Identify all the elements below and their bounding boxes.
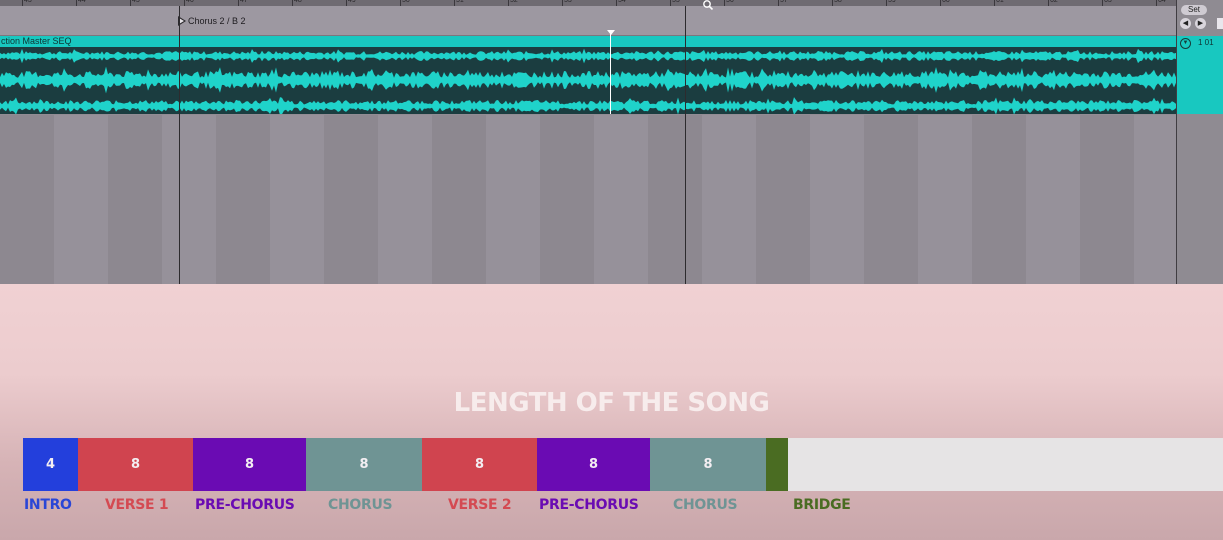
lane-stripe [972, 115, 1026, 284]
ruler-number: 51 [456, 0, 464, 4]
lane-stripe [1134, 115, 1176, 284]
lane-stripe [1026, 115, 1080, 284]
arrow-left-icon[interactable]: ◀ [1180, 18, 1191, 29]
locator-marker[interactable]: Chorus 2 / B 2 [178, 16, 246, 26]
ruler-number: 60 [942, 0, 950, 4]
ruler-number: 57 [780, 0, 788, 4]
lane-stripe [216, 115, 270, 284]
lane-stripe [648, 115, 702, 284]
section-block-intro: 4 [23, 438, 78, 491]
section-label: BRIDGE [793, 497, 851, 513]
ruler-number: 43 [24, 0, 32, 4]
lane-stripe [432, 115, 486, 284]
waveform-channel [0, 66, 1176, 94]
lane-stripe [486, 115, 540, 284]
locator-label: Chorus 2 / B 2 [188, 16, 246, 26]
ruler-number: 48 [294, 0, 302, 4]
chevron-down-icon[interactable]: ▼ [1180, 38, 1191, 49]
lane-stripe [810, 115, 864, 284]
playhead-marker[interactable] [607, 30, 615, 35]
section-block-pre-chorus: 8 [193, 438, 306, 491]
arrow-right-icon[interactable]: ▶ [1195, 18, 1206, 29]
waveform-channel [0, 97, 1176, 114]
ruler-number: 50 [402, 0, 410, 4]
lane-stripe [594, 115, 648, 284]
remaining-length-block [788, 438, 1223, 491]
arrangement-view: 43 44 45 46 47 48 49 50 51 52 53 54 55 56 57 58 59 60 61 62… [0, 0, 1223, 284]
zoom-icon [703, 0, 714, 10]
lane-stripe [1080, 115, 1134, 284]
set-locator-button[interactable]: Set [1181, 5, 1207, 15]
lane-stripe [0, 115, 54, 284]
lane-stripe [162, 115, 216, 284]
loop-marker-line [685, 6, 686, 284]
ruler-number: 58 [834, 0, 842, 4]
section-block-pre-chorus: 8 [537, 438, 650, 491]
lane-stripe [756, 115, 810, 284]
lane-stripe [540, 115, 594, 284]
lane-stripe [702, 115, 756, 284]
ruler-number: 45 [132, 0, 140, 4]
song-length-overlay: LENGTH OF THE SONG 4888888 INTRO VERSE 1P… [0, 284, 1223, 540]
song-length-title: LENGTH OF THE SONG [453, 388, 770, 418]
section-block-chorus: 8 [306, 438, 422, 491]
ruler-number: 59 [888, 0, 896, 4]
empty-track-lanes[interactable] [0, 115, 1176, 284]
song-structure-bar: 4888888 [23, 438, 1223, 491]
section-label: CHORUS [328, 497, 393, 513]
ruler-number: 54 [618, 0, 626, 4]
section-label: PRE-CHORUS [539, 497, 639, 513]
section-block-bridge [766, 438, 788, 491]
loop-toggle-button[interactable] [1217, 18, 1223, 29]
ruler-number: 47 [240, 0, 248, 4]
section-label: INTRO [24, 497, 72, 513]
lane-stripe [54, 115, 108, 284]
section-label: CHORUS [673, 497, 738, 513]
section-label: VERSE 1 [105, 497, 169, 513]
arrangement-side-panel: Set ◀ ▶ ▼ 1 01 [1176, 0, 1223, 284]
track-label: 1 01 [1198, 38, 1214, 47]
waveform-graphic [0, 48, 1176, 114]
section-block-verse-1: 8 [78, 438, 193, 491]
ruler-number: 62 [1050, 0, 1058, 4]
ruler-number: 53 [564, 0, 572, 4]
lane-stripe [270, 115, 324, 284]
ruler-number: 44 [78, 0, 86, 4]
ruler-number: 56 [726, 0, 734, 4]
ruler-number: 55 [672, 0, 680, 4]
ruler-number: 52 [510, 0, 518, 4]
track-header[interactable]: ▼ 1 01 [1177, 36, 1223, 114]
ruler-number: 61 [996, 0, 1004, 4]
playhead[interactable] [610, 30, 611, 114]
lane-stripe [108, 115, 162, 284]
ruler-number: 46 [186, 0, 194, 4]
lane-stripe [918, 115, 972, 284]
locator-line [179, 6, 180, 284]
lane-stripe [324, 115, 378, 284]
section-block-verse-2: 8 [422, 438, 537, 491]
ruler-number: 64 [1158, 0, 1166, 4]
audio-clip-waveform[interactable] [0, 47, 1176, 114]
audio-clip-header[interactable]: ction Master SEQ [0, 36, 1176, 47]
ruler-number: 49 [348, 0, 356, 4]
section-label: PRE-CHORUS [195, 497, 295, 513]
section-block-chorus: 8 [650, 438, 766, 491]
section-label: VERSE 2 [448, 497, 512, 513]
waveform-channel [0, 48, 1176, 64]
clip-name: ction Master SEQ [1, 36, 72, 46]
ruler-number: 63 [1104, 0, 1112, 4]
lane-stripe [378, 115, 432, 284]
lane-stripe [864, 115, 918, 284]
locator-lane[interactable]: Chorus 2 / B 2 [0, 6, 1176, 36]
